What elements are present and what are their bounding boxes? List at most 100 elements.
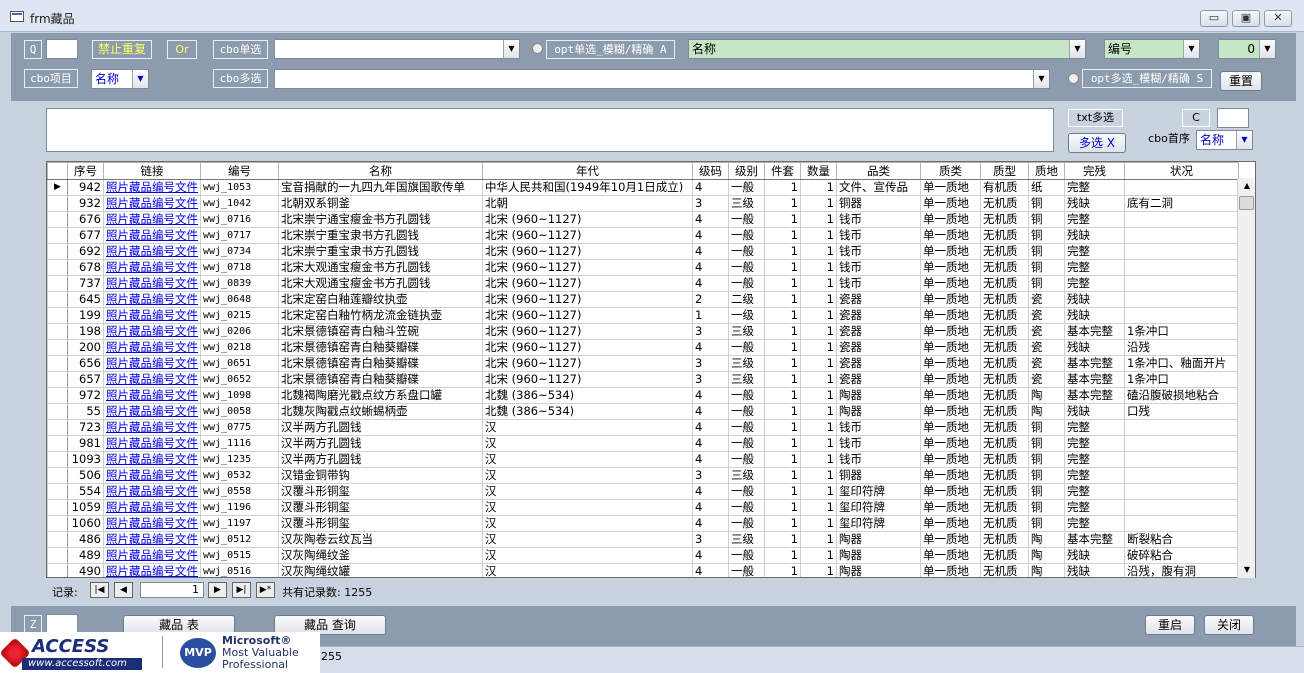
no-repeat-label[interactable]: 禁止重复 (92, 40, 152, 59)
table-cell[interactable]: 4 (692, 179, 729, 196)
table-cell[interactable]: 4 (692, 403, 729, 420)
table-cell[interactable]: 北宋定窑白釉竹柄龙流金链执壶 (278, 307, 483, 324)
photo-link[interactable]: 照片藏品编号文件 (103, 227, 201, 244)
table-cell[interactable]: wwj_1235 (200, 451, 279, 468)
table-cell[interactable]: 737 (67, 275, 104, 292)
q-textbox[interactable] (46, 39, 78, 59)
photo-link[interactable]: 照片藏品编号文件 (103, 563, 201, 577)
table-cell[interactable]: 无机质 (980, 275, 1029, 292)
table-cell[interactable]: 一般 (728, 547, 765, 564)
record-selector[interactable] (47, 547, 68, 564)
table-cell[interactable]: 宝音捐献的一九四九年国旗国歌传单 (278, 179, 483, 196)
table-cell[interactable]: 完整 (1064, 275, 1125, 292)
table-row[interactable]: 678 照片藏品编号文件 wwj_0718 北宋大观通宝瘦金书方孔圆钱 北宋 (960~… (47, 259, 1239, 276)
table-cell[interactable]: wwj_0215 (200, 307, 279, 324)
table-row[interactable]: 489 照片藏品编号文件 wwj_0515 汉灰陶绳纹釜汉 4 一般 1 1 陶器 单一质地 无机质… (47, 547, 1239, 564)
table-cell[interactable]: 铜 (1028, 275, 1065, 292)
table-cell[interactable]: 972 (67, 387, 104, 404)
column-header[interactable]: 年代 (482, 162, 693, 180)
table-cell[interactable]: 基本完整 (1064, 371, 1125, 388)
table-cell[interactable]: wwj_0206 (200, 323, 279, 340)
table-cell[interactable]: 1条冲口 (1124, 323, 1239, 340)
table-cell[interactable]: 单一质地 (920, 515, 981, 532)
table-cell[interactable]: 554 (67, 483, 104, 500)
table-cell[interactable]: 汉 (482, 451, 693, 468)
table-cell[interactable]: 完整 (1064, 259, 1125, 276)
table-cell[interactable]: 1 (764, 243, 801, 260)
table-cell[interactable]: 钱币 (836, 419, 921, 436)
table-cell[interactable]: 北宋 (960~1127) (482, 323, 693, 340)
table-cell[interactable]: 铜器 (836, 195, 921, 212)
table-cell[interactable]: 无机质 (980, 531, 1029, 548)
table-cell[interactable]: 1 (764, 499, 801, 516)
column-header[interactable]: 数量 (800, 162, 837, 180)
table-cell[interactable]: 完整 (1064, 211, 1125, 228)
column-header[interactable]: 级码 (692, 162, 729, 180)
table-cell[interactable]: 瓷器 (836, 291, 921, 308)
table-cell[interactable]: 一般 (728, 563, 765, 577)
table-cell[interactable]: 完整 (1064, 179, 1125, 196)
table-cell[interactable]: 656 (67, 355, 104, 372)
table-cell[interactable]: wwj_1116 (200, 435, 279, 452)
record-selector[interactable] (47, 339, 68, 356)
table-cell[interactable] (1124, 483, 1239, 500)
record-selector[interactable] (47, 515, 68, 532)
table-cell[interactable]: wwj_0058 (200, 403, 279, 420)
first-record-icon[interactable]: |◀ (90, 582, 109, 598)
photo-link[interactable]: 照片藏品编号文件 (103, 355, 201, 372)
table-cell[interactable] (1124, 307, 1239, 324)
table-cell[interactable]: wwj_0532 (200, 467, 279, 484)
chevron-down-icon[interactable]: ▼ (1236, 131, 1252, 149)
photo-link[interactable]: 照片藏品编号文件 (103, 419, 201, 436)
table-cell[interactable]: 瓷 (1028, 291, 1065, 308)
table-cell[interactable]: 单一质地 (920, 531, 981, 548)
photo-link[interactable]: 照片藏品编号文件 (103, 467, 201, 484)
table-cell[interactable]: 678 (67, 259, 104, 276)
table-cell[interactable]: 单一质地 (920, 483, 981, 500)
table-cell[interactable]: 一般 (728, 451, 765, 468)
table-cell[interactable]: 北宋景德镇窑青白釉葵瓣碟 (278, 355, 483, 372)
table-cell[interactable]: 一般 (728, 211, 765, 228)
opt-single-radio[interactable] (532, 43, 543, 54)
table-cell[interactable]: 汉灰陶绳纹釜 (278, 547, 483, 564)
column-header[interactable]: 名称 (278, 162, 483, 180)
table-cell[interactable]: 沿残 (1124, 339, 1239, 356)
table-cell[interactable]: 1 (800, 547, 837, 564)
table-cell[interactable]: 北宋 (960~1127) (482, 355, 693, 372)
table-cell[interactable]: 瓷器 (836, 371, 921, 388)
table-cell[interactable]: 陶器 (836, 563, 921, 577)
table-cell[interactable]: 1 (764, 195, 801, 212)
table-cell[interactable]: 残缺 (1064, 339, 1125, 356)
table-cell[interactable]: 北宋 (960~1127) (482, 339, 693, 356)
table-cell[interactable]: wwj_0775 (200, 419, 279, 436)
record-selector[interactable] (47, 243, 68, 260)
table-cell[interactable] (1124, 227, 1239, 244)
cbo-first-combo[interactable]: 名称 ▼ (1196, 130, 1253, 150)
table-cell[interactable]: 1 (764, 531, 801, 548)
table-row[interactable]: 981 照片藏品编号文件 wwj_1116 汉半两方孔圆钱汉 4 一般 1 1 钱币 单一质地 无机… (47, 435, 1239, 452)
table-row[interactable]: 554 照片藏品编号文件 wwj_0558 汉覆斗形铜玺汉 4 一般 1 1 玺印符牌 单一质地无… (47, 483, 1239, 500)
table-row[interactable]: 692 照片藏品编号文件 wwj_0734 北宋崇宁重宝隶书方孔圆钱 北宋 (960~1… (47, 243, 1239, 260)
table-cell[interactable]: 3 (692, 323, 729, 340)
table-cell[interactable]: 1 (800, 243, 837, 260)
table-cell[interactable]: 一般 (728, 499, 765, 516)
table-cell[interactable]: 1 (800, 275, 837, 292)
table-cell[interactable]: 残缺 (1064, 291, 1125, 308)
table-cell[interactable]: 1 (764, 547, 801, 564)
table-cell[interactable]: 陶 (1028, 531, 1065, 548)
table-cell[interactable]: 1 (800, 531, 837, 548)
table-cell[interactable]: 陶器 (836, 547, 921, 564)
table-cell[interactable]: 无机质 (980, 467, 1029, 484)
table-cell[interactable]: 陶 (1028, 563, 1065, 577)
table-cell[interactable]: 无机质 (980, 259, 1029, 276)
table-cell[interactable]: wwj_0558 (200, 483, 279, 500)
photo-link[interactable]: 照片藏品编号文件 (103, 531, 201, 548)
table-cell[interactable]: 一般 (728, 275, 765, 292)
table-cell[interactable] (1124, 451, 1239, 468)
table-cell[interactable]: 657 (67, 371, 104, 388)
photo-link[interactable]: 照片藏品编号文件 (103, 387, 201, 404)
table-cell[interactable]: 残缺 (1064, 227, 1125, 244)
table-cell[interactable]: 汉 (482, 435, 693, 452)
table-cell[interactable]: 一般 (728, 179, 765, 196)
column-header[interactable]: 链接 (103, 162, 201, 180)
